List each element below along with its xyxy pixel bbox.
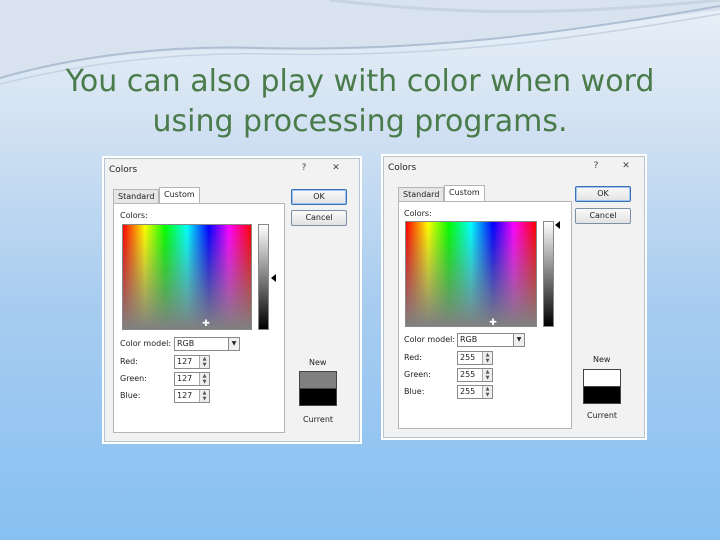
- custom-tab-panel: Colors: ✚ Color model: RGB ▼ Red: 127 ▲ ▼…: [113, 203, 285, 433]
- red-value: 255: [460, 353, 476, 362]
- blue-input[interactable]: 127 ▲ ▼: [174, 389, 210, 403]
- color-model-label: Color model:: [404, 335, 456, 344]
- tab-standard[interactable]: Standard: [398, 187, 445, 201]
- tab-standard[interactable]: Standard: [113, 189, 160, 203]
- green-label: Green:: [120, 374, 147, 383]
- blue-input[interactable]: 255 ▲ ▼: [457, 385, 493, 399]
- close-button[interactable]: ✕: [617, 159, 635, 174]
- cancel-button[interactable]: Cancel: [291, 210, 347, 226]
- current-color-swatch: [583, 386, 621, 404]
- custom-tab-panel: Colors: ✚ Color model: RGB ▼ Red: 255 ▲ ▼…: [398, 201, 572, 429]
- color-model-value: RGB: [460, 335, 478, 344]
- slide-title-line-1: You can also play with color when word: [65, 64, 655, 99]
- colors-label: Colors:: [404, 209, 432, 218]
- ok-button[interactable]: OK: [291, 189, 347, 205]
- green-label: Green:: [404, 370, 431, 379]
- green-input[interactable]: 255 ▲ ▼: [457, 368, 493, 382]
- chevron-down-icon[interactable]: ▼: [513, 334, 524, 346]
- colors-dialog-gray: Colors ? ✕ Standard Custom Colors: ✚ Col…: [104, 158, 360, 442]
- color-model-select[interactable]: RGB ▼: [174, 337, 240, 351]
- green-value: 127: [177, 374, 193, 383]
- new-color-swatch: [299, 371, 337, 389]
- red-input[interactable]: 127 ▲ ▼: [174, 355, 210, 369]
- luminance-arrow-icon[interactable]: [555, 221, 560, 229]
- color-spectrum-picker[interactable]: [122, 224, 252, 330]
- tab-custom[interactable]: Custom: [159, 187, 200, 204]
- dialog-title: Colors: [109, 165, 138, 175]
- new-label: New: [593, 355, 611, 364]
- blue-label: Blue:: [120, 391, 141, 400]
- blue-spinner-icon[interactable]: ▲ ▼: [199, 390, 209, 402]
- red-label: Red:: [404, 353, 422, 362]
- slide-title-line-2: using processing programs.: [152, 104, 568, 139]
- current-label: Current: [303, 415, 334, 424]
- green-spinner-icon[interactable]: ▲ ▼: [482, 369, 492, 381]
- color-spectrum-picker[interactable]: [405, 221, 537, 327]
- luminance-arrow-icon[interactable]: [271, 274, 276, 282]
- current-label: Current: [587, 411, 618, 420]
- new-color-swatch: [583, 369, 621, 387]
- red-input[interactable]: 255 ▲ ▼: [457, 351, 493, 365]
- tab-custom[interactable]: Custom: [444, 185, 485, 202]
- colors-dialog-white: Colors ? ✕ Standard Custom Colors: ✚ Col…: [383, 156, 645, 438]
- green-spinner-icon[interactable]: ▲ ▼: [199, 373, 209, 385]
- cancel-button[interactable]: Cancel: [575, 208, 631, 224]
- red-spinner-icon[interactable]: ▲ ▼: [482, 352, 492, 364]
- blue-spinner-icon[interactable]: ▲ ▼: [482, 386, 492, 398]
- green-value: 255: [460, 370, 476, 379]
- blue-value: 127: [177, 391, 193, 400]
- red-value: 127: [177, 357, 193, 366]
- luminance-slider[interactable]: [258, 224, 269, 330]
- current-color-swatch: [299, 388, 337, 406]
- close-button[interactable]: ✕: [327, 161, 345, 176]
- red-label: Red:: [120, 357, 138, 366]
- color-model-label: Color model:: [120, 339, 172, 348]
- new-label: New: [309, 358, 327, 367]
- luminance-slider[interactable]: [543, 221, 554, 327]
- crosshair-icon: ✚: [202, 319, 210, 329]
- help-button[interactable]: ?: [295, 161, 313, 176]
- blue-value: 255: [460, 387, 476, 396]
- slide-title: You can also play with color when word u…: [0, 62, 720, 142]
- color-model-value: RGB: [177, 339, 195, 348]
- red-spinner-icon[interactable]: ▲ ▼: [199, 356, 209, 368]
- color-model-select[interactable]: RGB ▼: [457, 333, 525, 347]
- help-button[interactable]: ?: [587, 159, 605, 174]
- colors-label: Colors:: [120, 211, 148, 220]
- blue-label: Blue:: [404, 387, 425, 396]
- green-input[interactable]: 127 ▲ ▼: [174, 372, 210, 386]
- dialog-title: Colors: [388, 163, 417, 173]
- ok-button[interactable]: OK: [575, 186, 631, 202]
- chevron-down-icon[interactable]: ▼: [228, 338, 239, 350]
- crosshair-icon: ✚: [489, 318, 497, 328]
